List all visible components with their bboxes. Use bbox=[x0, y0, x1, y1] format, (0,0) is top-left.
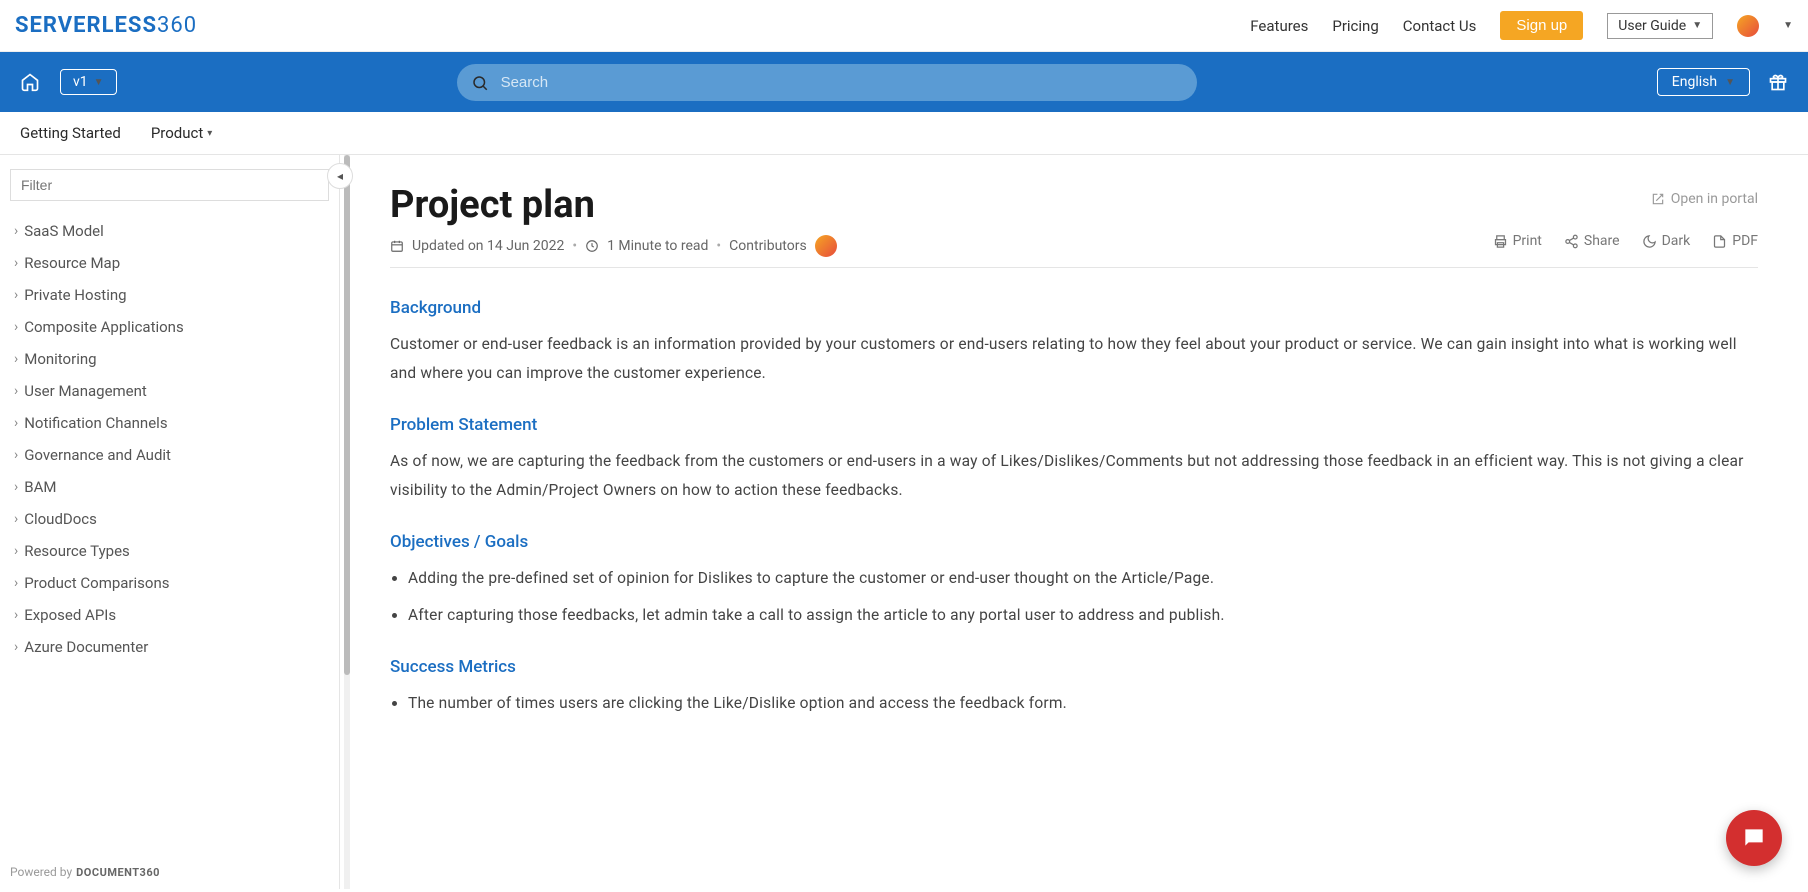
collapse-sidebar-button[interactable]: ◂ bbox=[327, 163, 353, 189]
sidebar-item-clouddocs[interactable]: CloudDocs bbox=[10, 503, 329, 535]
print-button[interactable]: Print bbox=[1493, 233, 1542, 249]
updated-date: Updated on 14 Jun 2022 bbox=[412, 238, 564, 254]
list-item: Adding the pre-defined set of opinion fo… bbox=[408, 564, 1758, 593]
sidebar-item-product-comparisons[interactable]: Product Comparisons bbox=[10, 567, 329, 599]
signup-button[interactable]: Sign up bbox=[1500, 11, 1583, 40]
sidebar-item-saas-model[interactable]: SaaS Model bbox=[10, 215, 329, 247]
sidebar: SaaS Model Resource Map Private Hosting … bbox=[0, 155, 340, 889]
sidebar-item-composite-applications[interactable]: Composite Applications bbox=[10, 311, 329, 343]
version-selector[interactable]: v1▼ bbox=[60, 69, 117, 95]
sidebar-item-notification-channels[interactable]: Notification Channels bbox=[10, 407, 329, 439]
chat-fab[interactable] bbox=[1726, 810, 1782, 866]
article-actions: Print Share Dark PDF bbox=[1493, 233, 1758, 249]
page-title: Project plan bbox=[390, 183, 1758, 227]
success-list: The number of times users are clicking t… bbox=[390, 689, 1758, 718]
subnav-getting-started[interactable]: Getting Started bbox=[20, 124, 121, 142]
chevron-left-icon: ◂ bbox=[337, 169, 343, 183]
section-heading-background: Background bbox=[390, 298, 1758, 318]
sidebar-item-exposed-apis[interactable]: Exposed APIs bbox=[10, 599, 329, 631]
section-text: As of now, we are capturing the feedback… bbox=[390, 447, 1758, 506]
chevron-down-icon: ▼ bbox=[94, 77, 104, 88]
sub-nav: Getting Started Product▾ bbox=[0, 112, 1808, 155]
userguide-dropdown[interactable]: User Guide ▼ bbox=[1607, 13, 1713, 39]
powered-by: Powered by DOCUMENT360 bbox=[10, 865, 160, 879]
nav-pricing[interactable]: Pricing bbox=[1332, 17, 1378, 35]
gift-icon[interactable] bbox=[1768, 72, 1788, 92]
utility-bar: v1▼ English▼ bbox=[0, 52, 1808, 112]
chevron-down-icon: ▼ bbox=[1692, 20, 1702, 31]
sidebar-item-bam[interactable]: BAM bbox=[10, 471, 329, 503]
chevron-down-icon: ▾ bbox=[207, 128, 212, 139]
sidebar-nav: SaaS Model Resource Map Private Hosting … bbox=[10, 215, 329, 663]
sidebar-item-governance-audit[interactable]: Governance and Audit bbox=[10, 439, 329, 471]
section-heading-success: Success Metrics bbox=[390, 657, 1758, 677]
nav-features[interactable]: Features bbox=[1250, 17, 1308, 35]
search-input[interactable] bbox=[457, 64, 1197, 101]
sidebar-item-resource-types[interactable]: Resource Types bbox=[10, 535, 329, 567]
contributor-avatar bbox=[815, 235, 837, 257]
read-time: 1 Minute to read bbox=[607, 238, 708, 254]
chevron-down-icon: ▼ bbox=[1725, 77, 1735, 88]
sidebar-item-user-management[interactable]: User Management bbox=[10, 375, 329, 407]
user-avatar[interactable] bbox=[1737, 15, 1759, 37]
language-selector[interactable]: English▼ bbox=[1657, 68, 1750, 96]
list-item: The number of times users are clicking t… bbox=[408, 689, 1758, 718]
sidebar-item-resource-map[interactable]: Resource Map bbox=[10, 247, 329, 279]
contributors-label: Contributors bbox=[729, 238, 807, 254]
nav-contact[interactable]: Contact Us bbox=[1403, 17, 1477, 35]
article-content: Project plan Open in portal Updated on 1… bbox=[340, 155, 1808, 889]
section-heading-problem: Problem Statement bbox=[390, 415, 1758, 435]
list-item: After capturing those feedbacks, let adm… bbox=[408, 601, 1758, 630]
filter-input[interactable] bbox=[10, 169, 329, 201]
topbar: SERVERLESS360 Features Pricing Contact U… bbox=[0, 0, 1808, 52]
sidebar-item-monitoring[interactable]: Monitoring bbox=[10, 343, 329, 375]
objectives-list: Adding the pre-defined set of opinion fo… bbox=[390, 564, 1758, 631]
sidebar-item-private-hosting[interactable]: Private Hosting bbox=[10, 279, 329, 311]
section-text: Customer or end-user feedback is an info… bbox=[390, 330, 1758, 389]
pdf-button[interactable]: PDF bbox=[1712, 233, 1758, 249]
section-heading-objectives: Objectives / Goals bbox=[390, 532, 1758, 552]
sidebar-item-azure-documenter[interactable]: Azure Documenter bbox=[10, 631, 329, 663]
home-icon[interactable] bbox=[20, 72, 40, 92]
top-nav: Features Pricing Contact Us Sign up User… bbox=[1250, 11, 1793, 40]
dark-mode-button[interactable]: Dark bbox=[1642, 233, 1691, 249]
clock-icon bbox=[585, 239, 599, 253]
open-in-portal-link[interactable]: Open in portal bbox=[1651, 191, 1758, 207]
brand-logo: SERVERLESS360 bbox=[15, 13, 197, 38]
subnav-product[interactable]: Product▾ bbox=[151, 124, 212, 142]
search-icon bbox=[471, 74, 489, 92]
calendar-icon bbox=[390, 239, 404, 253]
share-button[interactable]: Share bbox=[1564, 233, 1620, 249]
chevron-down-icon: ▼ bbox=[1783, 20, 1793, 31]
